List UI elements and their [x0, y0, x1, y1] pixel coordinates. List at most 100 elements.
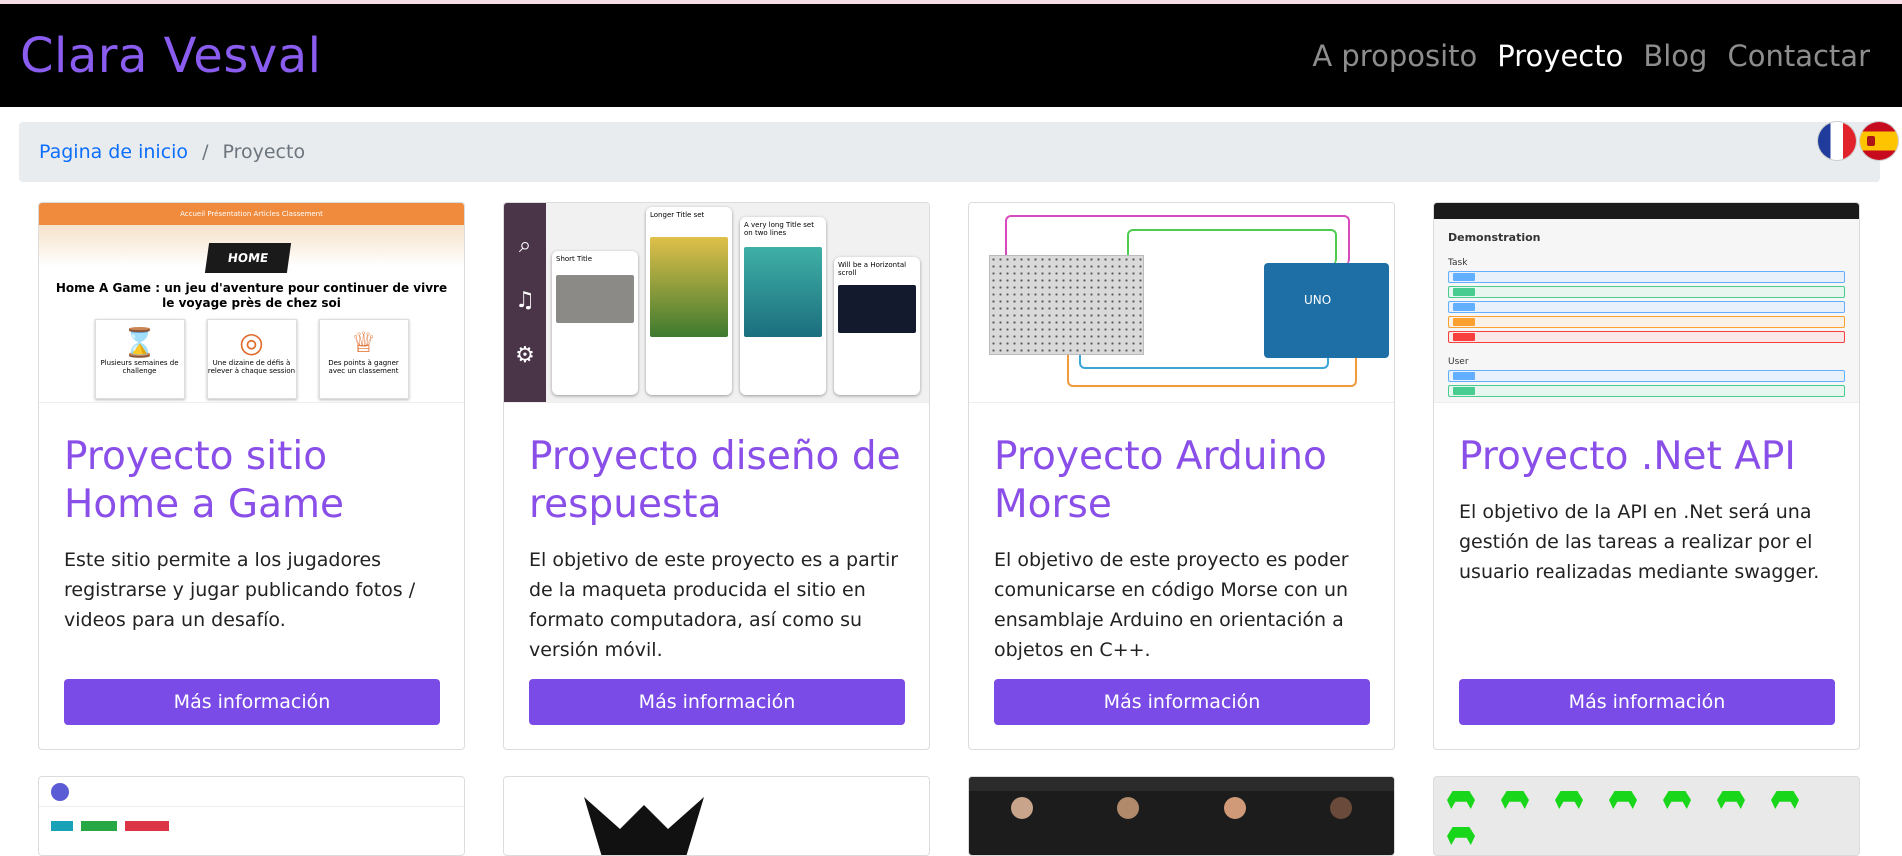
- endpoint-method: [1453, 288, 1475, 296]
- astronauts-topbar: [969, 777, 1394, 791]
- thumb-sidebar: ⌕ ♫ ⚙: [504, 203, 546, 402]
- project-card-boards: [38, 776, 465, 856]
- trophy-icon: ♕: [350, 326, 377, 359]
- endpoint-row: [1448, 331, 1845, 343]
- card-body: Proyecto sitio Home a Game Este sitio pe…: [39, 433, 464, 635]
- breadboard: [989, 255, 1144, 355]
- astronauts-avatars: [969, 791, 1394, 819]
- project-grid: Accueil Présentation Articles Classement…: [38, 202, 1860, 750]
- more-info-button[interactable]: Más información: [529, 679, 905, 725]
- card-title: Proyecto sitio Home a Game: [64, 434, 344, 527]
- card-title: Proyecto .Net API: [1459, 434, 1796, 479]
- thumb-mini-card-title: A very long Title set on two lines: [744, 221, 814, 237]
- bell-icon: ♫: [515, 288, 535, 313]
- endpoint-method: [1453, 372, 1475, 380]
- thumb-mini-card: Short Title: [552, 251, 638, 395]
- swagger-heading: Demonstration: [1448, 231, 1541, 244]
- thumb-mini-card-title: Longer Title set: [650, 211, 705, 219]
- thumb-mini-card: A very long Title set on two lines: [740, 217, 826, 395]
- card-title: Proyecto Arduino Morse: [994, 434, 1327, 527]
- endpoint-row: [1448, 286, 1845, 298]
- nav-link-project[interactable]: Proyecto: [1497, 39, 1623, 73]
- swagger-topbar: [1434, 203, 1859, 219]
- thumb-feature-text: Plusieurs semaines de challenge: [100, 359, 179, 375]
- invader-icon: [1447, 827, 1475, 845]
- endpoint-method: [1453, 387, 1475, 395]
- invader-icon: [1663, 791, 1691, 809]
- gear-icon: ⚙: [515, 343, 535, 368]
- thumb-mini-card-title: Will be a Horizontal scroll: [838, 261, 907, 277]
- table-action-icon: [81, 821, 117, 831]
- card-text: El objetivo de la API en .Net será una g…: [1459, 501, 1820, 583]
- project-card-linux: [503, 776, 930, 856]
- thumb-feature-box: ♕ Des points à gagner avec un classement: [318, 319, 409, 399]
- swagger-section-task: Task: [1448, 258, 1468, 268]
- breadcrumb-home-link[interactable]: Pagina de inicio: [39, 141, 188, 163]
- search-icon: ⌕: [518, 233, 532, 258]
- project-thumbnail: ⌕ ♫ ⚙ Short Title Longer Title set A ver…: [504, 203, 929, 403]
- language-switcher: [1818, 122, 1898, 160]
- invader-icon: [1447, 791, 1475, 809]
- nav-menu: A proposito Proyecto Blog Contactar: [1312, 39, 1870, 73]
- card-body: Proyecto Arduino Morse El objetivo de es…: [969, 433, 1394, 665]
- more-info-button[interactable]: Más información: [1459, 679, 1835, 725]
- thumb-feature-text: Une dizaine de défis à relever à chaque …: [207, 359, 296, 375]
- table-action-icon: [51, 821, 73, 831]
- nav-link-contact[interactable]: Contactar: [1727, 39, 1870, 73]
- invader-icon: [1555, 791, 1583, 809]
- thumb-mini-card: Will be a Horizontal scroll: [834, 257, 920, 395]
- brand-logo[interactable]: Clara Vesval: [20, 28, 321, 84]
- endpoint-row: [1448, 271, 1845, 283]
- thumb-feature-box: ⌛ Plusieurs semaines de challenge: [94, 319, 185, 399]
- project-thumbnail: Demonstration Task User: [1434, 203, 1859, 403]
- project-thumbnail: [969, 203, 1394, 403]
- swagger-section-user: User: [1448, 357, 1469, 367]
- card-text: Este sitio permite a los jugadores regis…: [64, 549, 416, 631]
- breadcrumb-separator: /: [202, 141, 209, 163]
- thumb-mini-card-image: [838, 285, 916, 333]
- more-info-button[interactable]: Más información: [64, 679, 440, 725]
- avatar: [1011, 797, 1034, 819]
- more-info-button[interactable]: Más información: [994, 679, 1370, 725]
- project-card-home-a-game: Accueil Présentation Articles Classement…: [38, 202, 465, 750]
- navbar: Clara Vesval A proposito Proyecto Blog C…: [0, 4, 1902, 107]
- nav-link-about[interactable]: A proposito: [1312, 39, 1477, 73]
- project-thumbnail: Accueil Présentation Articles Classement…: [39, 203, 464, 403]
- project-card-net-api: Demonstration Task User Proyecto .Net AP…: [1433, 202, 1860, 750]
- project-card-arduino-morse: Proyecto Arduino Morse El objetivo de es…: [968, 202, 1395, 750]
- thumb-mini-card-title: Short Title: [556, 255, 593, 263]
- nav-link-blog[interactable]: Blog: [1643, 39, 1707, 73]
- boards-table-preview: [39, 807, 464, 845]
- card-body: Proyecto .Net API El objetivo de la API …: [1434, 433, 1859, 587]
- home-logo: HOME: [204, 243, 292, 273]
- endpoint-row: [1448, 316, 1845, 328]
- table-action-icon: [125, 821, 169, 831]
- avatar: [1329, 797, 1352, 819]
- breadcrumb: Pagina de inicio / Proyecto: [19, 122, 1880, 182]
- breadcrumb-current: Proyecto: [222, 141, 306, 163]
- thumb-feature-box: ◎ Une dizaine de défis à relever à chaque…: [206, 319, 297, 399]
- card-text: El objetivo de este proyecto es a partir…: [529, 549, 899, 661]
- thumb-mini-card: Longer Title set: [646, 207, 732, 395]
- endpoint-method: [1453, 273, 1475, 281]
- thumb-mini-card-image: [556, 275, 634, 323]
- thumb-feature-boxes: ⌛ Plusieurs semaines de challenge ◎ Une di…: [39, 319, 464, 399]
- invader-icon: [1501, 791, 1529, 809]
- flag-spain-icon[interactable]: [1860, 122, 1898, 160]
- linux-logo-icon: [584, 797, 704, 855]
- card-title: Proyecto diseño de respuesta: [529, 434, 901, 527]
- thumb-mini-card-image: [650, 237, 728, 337]
- card-text: El objetivo de este proyecto es poder co…: [994, 549, 1349, 661]
- invader-icon: [1609, 791, 1637, 809]
- project-card-responsive-design: ⌕ ♫ ⚙ Short Title Longer Title set A ver…: [503, 202, 930, 750]
- thumb-feature-text: Des points à gagner avec un classement: [328, 359, 399, 375]
- project-grid-row-2: [38, 776, 1860, 856]
- thumb-mini-card-image: [744, 247, 822, 337]
- target-icon: ◎: [239, 326, 264, 359]
- thumb-hero: HOME: [39, 225, 464, 273]
- boards-logo-icon: [51, 782, 69, 801]
- card-body: Proyecto diseño de respuesta El objetivo…: [504, 433, 929, 665]
- project-card-space-invaders: [1433, 776, 1860, 856]
- flag-france-icon[interactable]: [1818, 122, 1856, 160]
- endpoint-method: [1453, 333, 1475, 341]
